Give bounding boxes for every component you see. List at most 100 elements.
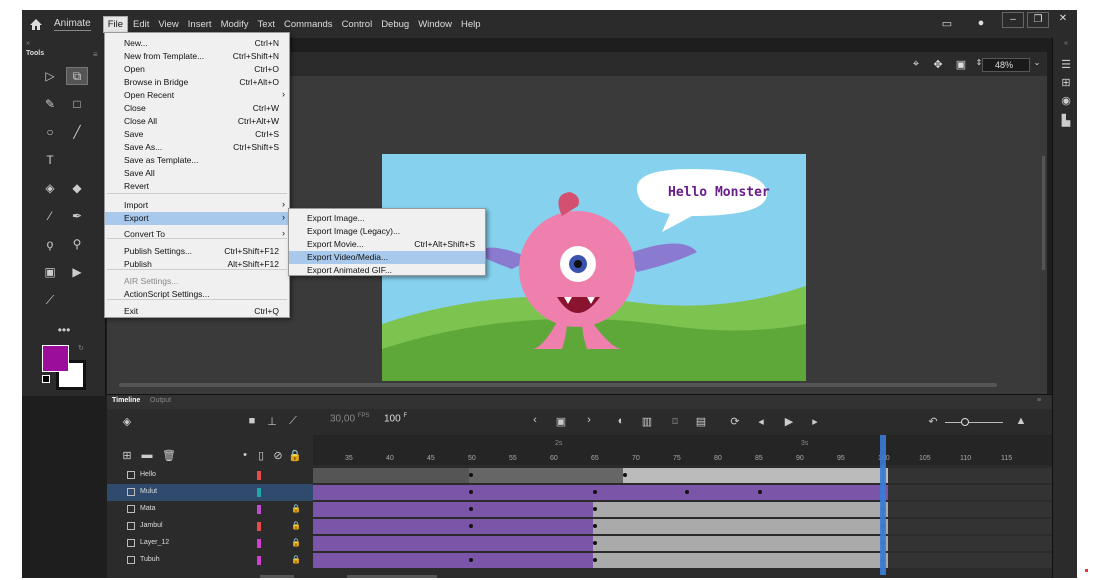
layer-color-marker[interactable] (257, 471, 261, 480)
menu-file[interactable]: File (102, 15, 128, 33)
menu-text[interactable]: Text (254, 17, 279, 32)
layer-row[interactable]: Layer_12 🔒 (107, 535, 313, 552)
empty-frames[interactable] (888, 536, 1052, 551)
clip-content-icon[interactable]: ▣ (954, 58, 968, 72)
rectangle-tool-icon[interactable]: □ (66, 95, 88, 113)
outline-icon[interactable]: ▯ (253, 449, 269, 462)
free-transform-tool-icon[interactable]: ⧉ (66, 67, 88, 85)
menu-view[interactable]: View (154, 17, 182, 32)
file-menu-item[interactable]: Save as Template... (105, 154, 289, 167)
frame-span[interactable] (313, 553, 593, 568)
panel-menu-icon[interactable]: ≡ (93, 50, 98, 59)
keyframe-dot[interactable] (593, 507, 597, 511)
home-icon[interactable] (26, 14, 46, 34)
frame-span[interactable] (623, 468, 888, 483)
expand-icon[interactable]: « (1059, 40, 1073, 54)
collapse-icon[interactable]: » (26, 40, 30, 47)
tab-output[interactable]: Output (150, 397, 171, 404)
restore-button[interactable]: ❐ (1027, 12, 1049, 28)
prev-icon[interactable]: ‹ (527, 414, 543, 426)
brush-tool-icon[interactable]: ✎ (39, 95, 61, 113)
menu-control[interactable]: Control (338, 17, 377, 32)
camera-tool-icon[interactable]: ▣ (39, 263, 61, 281)
file-menu-item[interactable]: Browse in Bridge Ctrl+Alt+O (105, 76, 289, 89)
loop-icon[interactable]: ⟳ (727, 415, 743, 428)
tab-timeline[interactable]: Timeline (112, 397, 140, 404)
swap-colors-icon[interactable]: ↻ (78, 344, 84, 352)
lasso-tool-icon[interactable]: ϙ (39, 235, 61, 253)
frame-row[interactable] (313, 484, 1052, 501)
file-menu-item[interactable]: Open Recent › (105, 89, 289, 102)
fill-color-swatch[interactable] (42, 345, 69, 372)
menu-window[interactable]: Window (414, 17, 456, 32)
undo-scale-icon[interactable]: ↶ (925, 415, 941, 428)
frame-span[interactable] (593, 502, 888, 517)
export-menu-item[interactable]: Export Movie... Ctrl+Alt+Shift+S (289, 238, 485, 251)
stage-horizontal-scrollbar[interactable] (119, 383, 997, 387)
center-frame-icon[interactable]: ▣ (553, 415, 569, 428)
lock-icon[interactable]: 🔒 (291, 538, 301, 547)
close-button[interactable]: ✕ (1052, 12, 1074, 28)
mountain-icon[interactable]: ▲ (1013, 415, 1029, 427)
default-colors-icon[interactable] (42, 375, 50, 383)
library-icon[interactable]: ⊞ (1059, 76, 1073, 90)
empty-frames[interactable] (888, 468, 1052, 483)
play-icon[interactable]: ▶ (781, 415, 797, 428)
timeline-zoom-handle[interactable] (961, 418, 969, 426)
file-menu-item[interactable]: Close Ctrl+W (105, 102, 289, 115)
more-tools-icon[interactable]: ••• (53, 321, 75, 339)
keyframe-dot[interactable] (469, 490, 473, 494)
bottom-scrollbar[interactable] (260, 575, 294, 578)
bone-tool-icon[interactable]: ⟋ (39, 291, 61, 309)
keyframe-dot[interactable] (593, 490, 597, 494)
frame-row[interactable] (313, 535, 1052, 552)
export-menu-item[interactable]: Export Animated GIF... (289, 264, 485, 277)
align-icon[interactable]: ▙ (1059, 114, 1073, 128)
frame-row[interactable] (313, 518, 1052, 535)
layer-row[interactable]: Mulut (107, 484, 313, 501)
file-menu-item[interactable]: Save Ctrl+S (105, 128, 289, 141)
insert-keyframe-icon[interactable]: ⧈ (667, 415, 683, 428)
frame-span[interactable] (469, 468, 623, 483)
keyframe-dot[interactable] (469, 524, 473, 528)
graph-icon[interactable]: ⟋ (285, 415, 301, 428)
file-menu-item[interactable]: Exit Ctrl+Q (105, 305, 289, 318)
zoom-tool-icon[interactable]: ⚲ (66, 235, 88, 253)
onion-skin-icon[interactable]: ◐ (613, 415, 629, 427)
keyframe-dot[interactable] (469, 507, 473, 511)
play-circle-icon[interactable]: ● (974, 17, 988, 31)
camera-icon[interactable]: ■ (244, 415, 260, 427)
layer-row[interactable]: Mata 🔒 (107, 501, 313, 518)
export-menu-item[interactable]: Export Image... (289, 212, 485, 225)
export-menu-item[interactable]: Export Video/Media... (289, 251, 485, 264)
menu-commands[interactable]: Commands (280, 17, 337, 32)
file-menu-item[interactable]: Open Ctrl+O (105, 63, 289, 76)
empty-frames[interactable] (888, 519, 1052, 534)
keyframe-dot[interactable] (593, 541, 597, 545)
line-tool-icon[interactable]: ╱ (66, 123, 88, 141)
layers-icon[interactable]: ◈ (119, 415, 135, 428)
frame-span[interactable] (313, 536, 593, 551)
lock-icon[interactable]: 🔒 (291, 555, 301, 564)
oval-tool-icon[interactable]: ○ (39, 123, 61, 141)
new-folder-icon[interactable]: ▬ (139, 449, 155, 461)
empty-frames[interactable] (888, 502, 1052, 517)
frame-span[interactable] (593, 519, 888, 534)
layer-row[interactable]: Jambul 🔒 (107, 518, 313, 535)
next-icon[interactable]: › (581, 414, 597, 426)
timeline-menu-icon[interactable]: ≡ (1037, 397, 1041, 404)
empty-frames[interactable] (888, 553, 1052, 568)
stage-vertical-scrollbar[interactable] (1042, 156, 1045, 270)
file-menu-item[interactable]: Export › (105, 212, 289, 225)
frame-row[interactable] (313, 552, 1052, 569)
frame-span[interactable] (313, 468, 469, 483)
file-menu-item[interactable]: New... Ctrl+N (105, 37, 289, 50)
menu-insert[interactable]: Insert (184, 17, 216, 32)
file-menu-item[interactable]: Publish Settings... Ctrl+Shift+F12 (105, 245, 289, 258)
center-stage-icon[interactable]: ⌖ (909, 58, 923, 72)
frame-row[interactable] (313, 467, 1052, 484)
file-menu-item[interactable]: Close All Ctrl+Alt+W (105, 115, 289, 128)
text-tool-icon[interactable]: T (39, 151, 61, 169)
eyedropper-tool-icon[interactable]: ⁄ (39, 207, 61, 225)
file-menu-item[interactable]: Save All (105, 167, 289, 180)
